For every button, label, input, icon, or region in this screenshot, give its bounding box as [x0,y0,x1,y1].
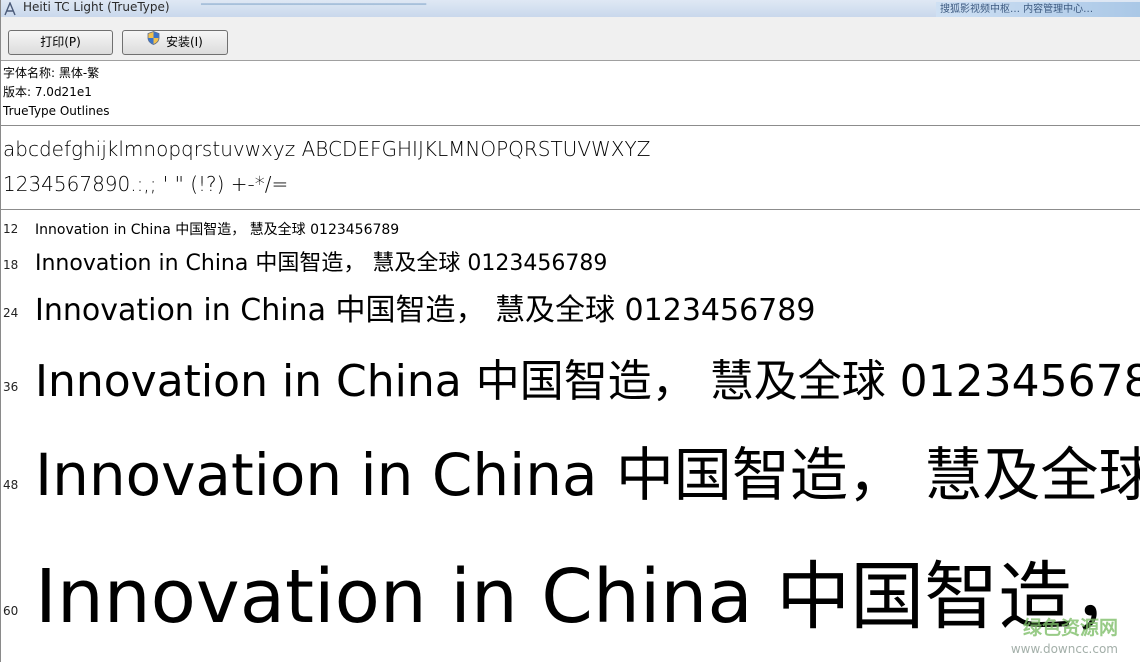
sample-text: Innovation in China 中国智造， 慧及全球 012345678… [35,251,608,276]
divider [1,209,1140,210]
font-type-line: TrueType Outlines [3,104,110,118]
sample-size-label: 24 [3,306,19,320]
sample-text: Innovation in China 中国智造， 慧及全球 012345678… [35,293,816,328]
sample-text: Innovation in China 中国智造， 慧及全球 012345678… [35,356,1140,407]
title-bar[interactable]: Heiti TC Light (TrueType) ━━━━━━━━━━━━━━… [1,0,1140,17]
sample-size-label: 60 [3,604,19,618]
sample-text: Innovation in China 中国智造， 慧及全球 012345678… [35,441,1140,509]
sample-text: Innovation in China 中国智造， 慧及全球 012345678… [35,222,400,238]
charset-letters: abcdefghijklmnopqrstuvwxyz ABCDEFGHIJKLM… [3,137,651,161]
background-window-hint: ━━━━━━━━━━━━━━━━━━━━━━━━━━━━━━━━━━ [201,0,427,11]
sample-size-label: 36 [3,380,19,394]
install-button[interactable]: 安装(I) [122,30,228,55]
charset-digits: 1234567890.:,; ' " (!?) +-*/= [3,172,289,196]
background-window-title: 搜狐影视频中枢… 内容管理中心… [936,2,1140,17]
sample-text: Innovation in China 中国智造， 慧及全球 012345678… [35,554,1140,640]
watermark-url: www.downcc.com [1010,642,1118,656]
font-file-icon [3,1,17,16]
sample-size-label: 18 [3,258,19,272]
window-title: Heiti TC Light (TrueType) [23,0,170,14]
install-button-label: 安装(I) [165,35,203,49]
font-viewer-window: Heiti TC Light (TrueType) ━━━━━━━━━━━━━━… [0,0,1140,662]
uac-shield-icon [147,30,160,53]
sample-size-label: 48 [3,478,19,492]
toolbar: 打印(P) 安装(I) [1,17,1140,61]
font-info-panel: 字体名称: 黑体-繁 版本: 7.0d21e1 TrueType Outline… [3,64,110,121]
print-button[interactable]: 打印(P) [8,30,113,55]
divider [1,125,1140,126]
sample-size-label: 12 [3,222,19,236]
font-name-line: 字体名称: 黑体-繁 [3,66,100,80]
font-version-line: 版本: 7.0d21e1 [3,85,92,99]
print-button-label: 打印(P) [40,35,81,49]
watermark-brand: 绿色资源网 [1022,617,1118,639]
